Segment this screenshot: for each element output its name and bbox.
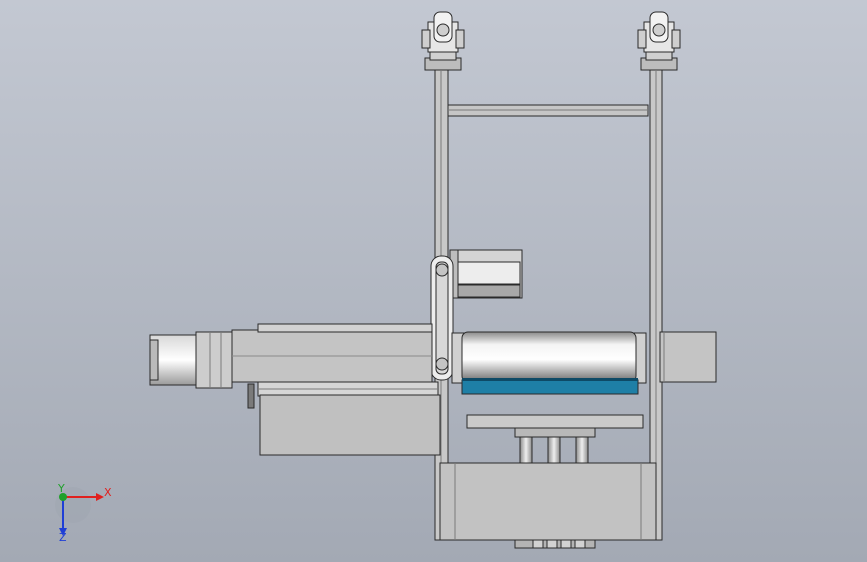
mounting-plate <box>466 414 644 429</box>
y-axis-label: Y <box>57 482 65 495</box>
left-motor <box>149 331 233 389</box>
upper-motor <box>449 249 523 299</box>
x-axis-arrowhead <box>96 493 104 501</box>
guide-rod-2 <box>547 436 561 464</box>
x-axis-label: X <box>104 486 112 499</box>
machine-assembly[interactable] <box>149 11 717 549</box>
cad-viewport[interactable]: X Y Z <box>0 0 867 562</box>
right-end-block <box>659 331 717 383</box>
caster-wheel-left <box>421 11 465 71</box>
guide-rod-1 <box>519 436 533 464</box>
coordinate-triad: X Y Z <box>55 482 112 544</box>
conveyor-belt <box>461 379 639 395</box>
z-axis-label: Z <box>59 531 67 544</box>
horizontal-roller <box>451 331 647 395</box>
bottom-connectors <box>514 539 596 549</box>
lower-left-housing <box>259 394 441 456</box>
guide-rod-3 <box>575 436 589 464</box>
belt-link-plate <box>430 255 454 381</box>
caster-wheel-right <box>637 11 681 71</box>
bottom-housing <box>439 462 657 541</box>
